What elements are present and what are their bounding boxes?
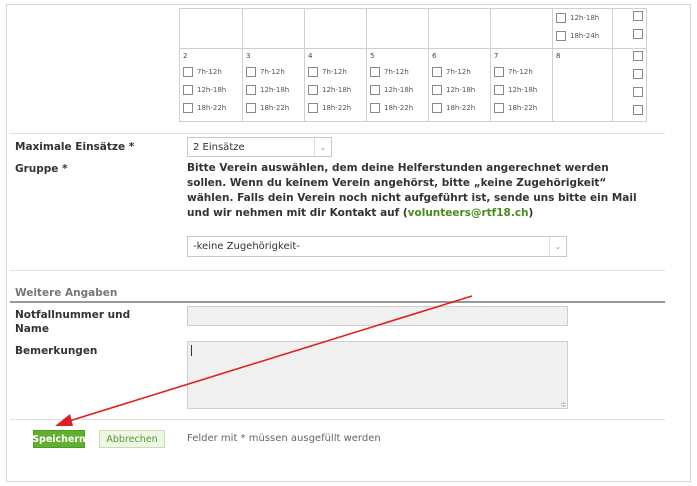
- day-number: 6: [432, 52, 437, 60]
- shift-checkbox[interactable]: [370, 67, 380, 77]
- shift-label: 7h-12h: [508, 68, 533, 76]
- shift-checkbox[interactable]: [370, 103, 380, 113]
- shift-checkbox[interactable]: [370, 85, 380, 95]
- text-cursor: [191, 345, 192, 356]
- day-number: 8: [556, 52, 561, 60]
- shift-label: 18h-22h: [197, 104, 227, 112]
- shift-label: 7h-12h: [384, 68, 409, 76]
- shift-checkbox[interactable]: [633, 29, 643, 39]
- group-description: Bitte Verein auswählen, dem deine Helfer…: [187, 161, 647, 221]
- calendar-day-cell: 4 7h-12h 12h-18h 18h-22h: [304, 48, 367, 122]
- shift-label: 7h-12h: [446, 68, 471, 76]
- resize-handle-icon[interactable]: ≑: [560, 400, 567, 409]
- day-number: 2: [183, 52, 188, 60]
- calendar-cell: [612, 48, 647, 122]
- max-assignments-select[interactable]: 2 Einsätze ⌄: [187, 137, 332, 157]
- group-select[interactable]: -keine Zugehörigkeit- ⌄: [187, 236, 567, 257]
- group-description-end: ): [528, 207, 534, 219]
- shift-checkbox[interactable]: [246, 103, 256, 113]
- max-assignments-label: Maximale Einsätze *: [15, 141, 135, 153]
- save-button[interactable]: Speichern: [32, 430, 86, 448]
- section-divider: [10, 301, 665, 303]
- shift-label: 12h-18h: [508, 86, 538, 94]
- shift-label: 7h-12h: [260, 68, 285, 76]
- shift-checkbox[interactable]: [633, 105, 643, 115]
- cancel-button[interactable]: Abbrechen: [99, 430, 165, 448]
- shift-checkbox[interactable]: [494, 103, 504, 113]
- divider: [10, 270, 665, 271]
- remarks-label: Bemerkungen: [15, 345, 98, 357]
- shift-checkbox[interactable]: [246, 67, 256, 77]
- chevron-down-icon: ⌄: [549, 237, 566, 256]
- calendar-day-cell: 7 7h-12h 12h-18h 18h-22h: [490, 48, 553, 122]
- shift-label: 7h-12h: [197, 68, 222, 76]
- chevron-down-icon: ⌄: [314, 138, 331, 156]
- shift-label: 12h-18h: [322, 86, 352, 94]
- shift-checkbox[interactable]: [494, 67, 504, 77]
- shift-checkbox[interactable]: [308, 85, 318, 95]
- shift-checkbox[interactable]: [432, 85, 442, 95]
- shift-label: 12h-18h: [197, 86, 227, 94]
- remarks-textarea[interactable]: [187, 341, 568, 409]
- calendar-cell: [428, 8, 491, 49]
- shift-checkbox[interactable]: [432, 67, 442, 77]
- shift-label: 7h-12h: [322, 68, 347, 76]
- calendar-day-cell: 2 7h-12h 12h-18h 18h-22h: [179, 48, 243, 122]
- shift-label: 12h-18h: [446, 86, 476, 94]
- calendar-row: 2 7h-12h 12h-18h 18h-22h 3 7h-12h 12h-18…: [179, 48, 647, 122]
- shift-label: 12h-18h: [384, 86, 414, 94]
- calendar-row: 12h-18h 18h-24h: [179, 8, 647, 49]
- calendar-day-cell: 5 7h-12h 12h-18h 18h-22h: [366, 48, 429, 122]
- emergency-label: Notfallnummer und Name: [15, 309, 131, 335]
- shift-checkbox[interactable]: [183, 85, 193, 95]
- day-number: 3: [246, 52, 251, 60]
- shift-calendar: 12h-18h 18h-24h 2 7h-12h 12h-18h 18h-22h…: [179, 8, 647, 122]
- shift-label: 12h-18h: [260, 86, 290, 94]
- calendar-cell: [304, 8, 367, 49]
- shift-checkbox[interactable]: [494, 85, 504, 95]
- shift-label: 18h-22h: [260, 104, 290, 112]
- calendar-cell: [242, 8, 305, 49]
- calendar-cell: [612, 8, 647, 49]
- calendar-cell: [366, 8, 429, 49]
- shift-checkbox[interactable]: [246, 85, 256, 95]
- shift-label: 18h-22h: [322, 104, 352, 112]
- shift-checkbox[interactable]: [633, 87, 643, 97]
- shift-checkbox[interactable]: [556, 31, 566, 41]
- shift-checkbox[interactable]: [432, 103, 442, 113]
- day-number: 5: [370, 52, 375, 60]
- max-assignments-value: 2 Einsätze: [193, 141, 245, 153]
- day-number: 4: [308, 52, 313, 60]
- required-fields-note: Felder mit * müssen ausgefüllt werden: [187, 433, 381, 444]
- day-number: 7: [494, 52, 499, 60]
- calendar-cell: 12h-18h 18h-24h: [552, 8, 613, 49]
- shift-label: 18h-24h: [570, 32, 600, 40]
- shift-checkbox[interactable]: [633, 11, 643, 21]
- shift-label: 12h-18h: [570, 14, 600, 22]
- shift-slot: 12h-18h: [556, 11, 609, 25]
- shift-checkbox[interactable]: [308, 103, 318, 113]
- shift-checkbox[interactable]: [183, 67, 193, 77]
- divider: [10, 133, 665, 134]
- calendar-day-cell: 8: [552, 48, 613, 122]
- shift-checkbox[interactable]: [556, 13, 566, 23]
- section-title: Weitere Angaben: [15, 287, 118, 299]
- calendar-day-cell: 6 7h-12h 12h-18h 18h-22h: [428, 48, 491, 122]
- emergency-input[interactable]: [187, 306, 568, 326]
- shift-slot: 18h-24h: [556, 29, 609, 43]
- shift-label: 18h-22h: [384, 104, 414, 112]
- calendar-cell: [490, 8, 553, 49]
- calendar-cell: [179, 8, 243, 49]
- shift-label: 18h-22h: [508, 104, 538, 112]
- email-link[interactable]: volunteers@rtf18.ch: [408, 207, 529, 219]
- shift-checkbox[interactable]: [308, 67, 318, 77]
- shift-checkbox[interactable]: [183, 103, 193, 113]
- shift-label: 18h-22h: [446, 104, 476, 112]
- divider: [10, 419, 665, 420]
- calendar-day-cell: 3 7h-12h 12h-18h 18h-22h: [242, 48, 305, 122]
- group-label: Gruppe *: [15, 163, 68, 175]
- group-select-value: -keine Zugehörigkeit-: [193, 241, 300, 252]
- shift-checkbox[interactable]: [633, 69, 643, 79]
- shift-checkbox[interactable]: [633, 51, 643, 61]
